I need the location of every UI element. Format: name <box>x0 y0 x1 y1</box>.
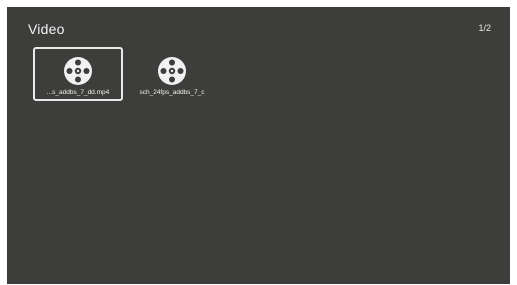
file-grid: ...s_addbs_7_dd.mp4 sch_24fps_addbs_7_c <box>33 47 217 101</box>
file-name-label: sch_24fps_addbs_7_c <box>139 89 205 96</box>
file-tile-2[interactable]: sch_24fps_addbs_7_c <box>127 47 217 101</box>
file-tile-1[interactable]: ...s_addbs_7_dd.mp4 <box>33 47 123 101</box>
video-browser-screen: Video 1/2 ...s_addbs_7_dd.mp4 sch_24fps_… <box>7 7 510 284</box>
film-reel-icon <box>64 57 92 85</box>
page-indicator: 1/2 <box>478 23 491 33</box>
page-title: Video <box>28 21 65 37</box>
file-name-label: ...s_addbs_7_dd.mp4 <box>46 89 110 96</box>
film-reel-icon <box>158 57 186 85</box>
